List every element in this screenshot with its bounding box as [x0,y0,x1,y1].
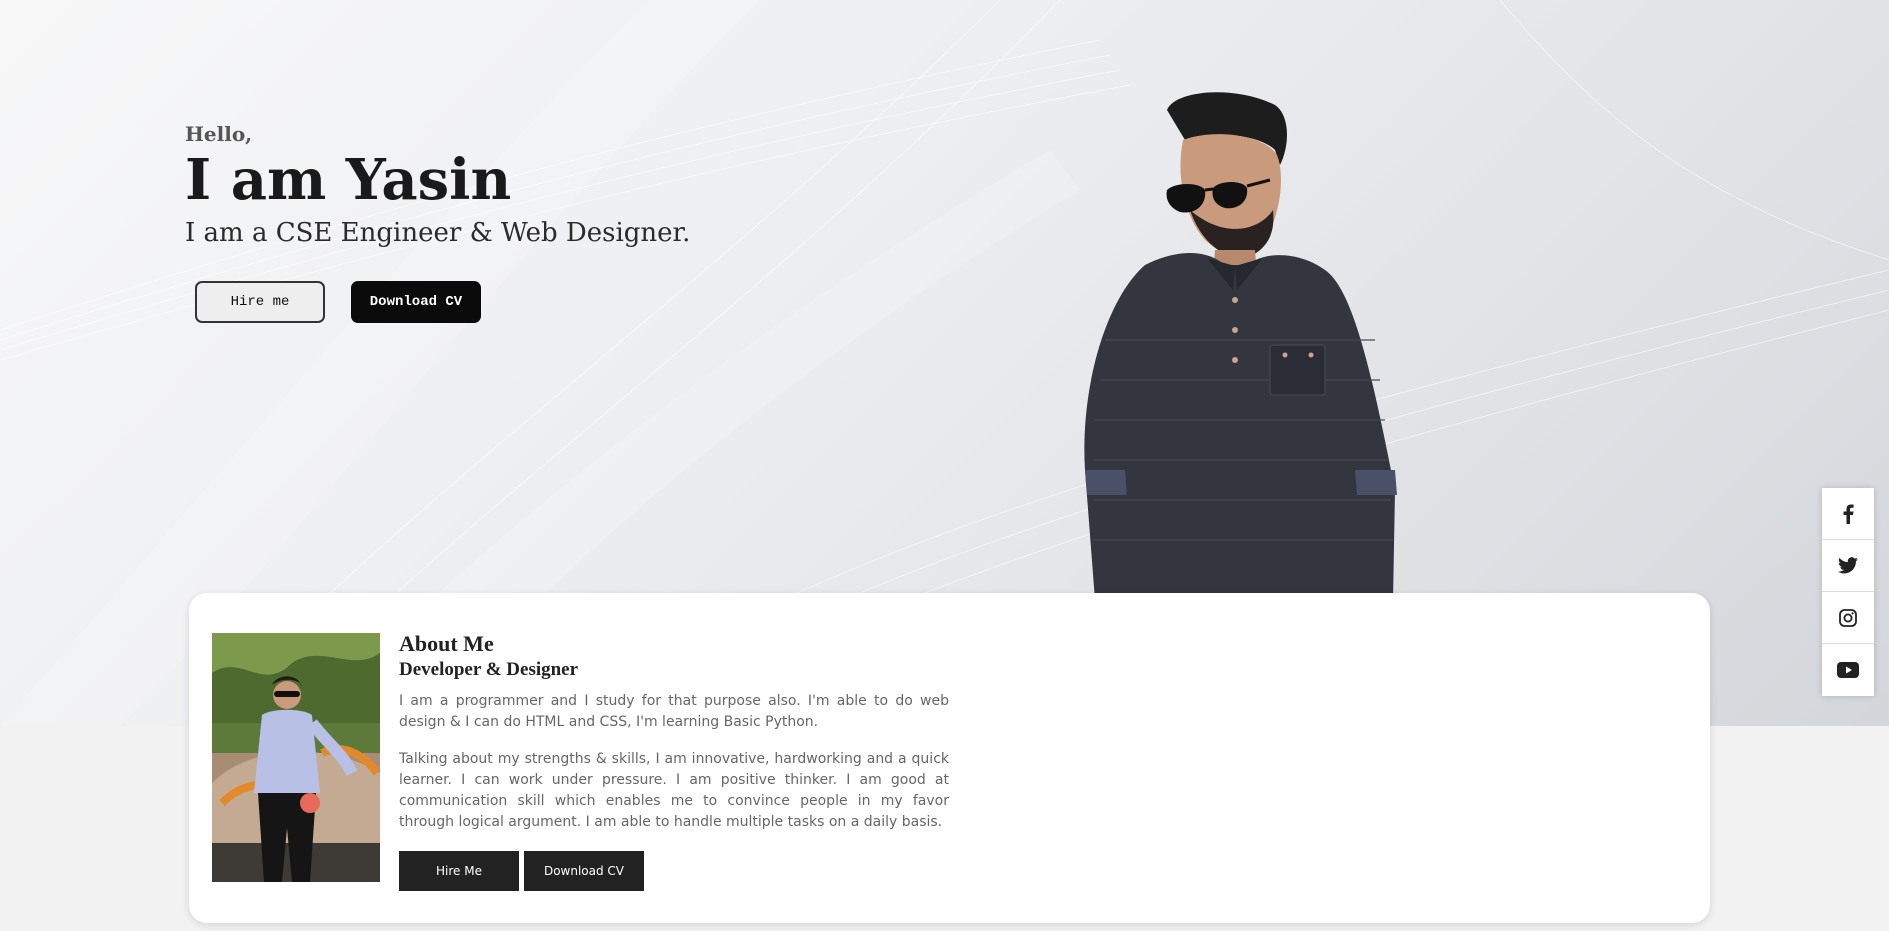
social-sidebar [1822,488,1874,696]
about-hire-me-button[interactable]: Hire Me [399,851,519,891]
facebook-icon [1843,504,1854,524]
profile-photo [1084,92,1397,600]
hero-tagline: I am a CSE Engineer & Web Designer. [185,218,691,248]
about-content: About Me Developer & Designer I am a pro… [399,631,949,891]
facebook-link[interactable] [1822,488,1874,540]
youtube-icon [1837,662,1859,678]
hero-buttons: Hire me Download CV [195,281,481,323]
download-cv-button[interactable]: Download CV [351,281,481,323]
twitter-link[interactable] [1822,540,1874,592]
about-photo [212,633,380,882]
about-card: About Me Developer & Designer I am a pro… [189,593,1710,923]
youtube-link[interactable] [1822,644,1874,696]
about-title: About Me [399,631,494,656]
about-buttons: Hire Me Download CV [399,851,949,891]
hero-intro: Hello, I am Yasin I am a CSE Engineer & … [185,122,690,248]
hero-name: I am Yasin [185,147,512,213]
instagram-icon [1839,608,1857,627]
about-download-cv-button[interactable]: Download CV [524,851,644,891]
hire-me-button[interactable]: Hire me [195,281,325,323]
greeting: Hello, [185,122,253,146]
about-paragraph: I am a programmer and I study for that p… [399,693,949,730]
instagram-link[interactable] [1822,592,1874,644]
about-subtitle: Developer & Designer [399,659,579,680]
about-paragraph: Talking about my strengths & skills, I a… [399,751,949,830]
twitter-icon [1838,557,1858,574]
